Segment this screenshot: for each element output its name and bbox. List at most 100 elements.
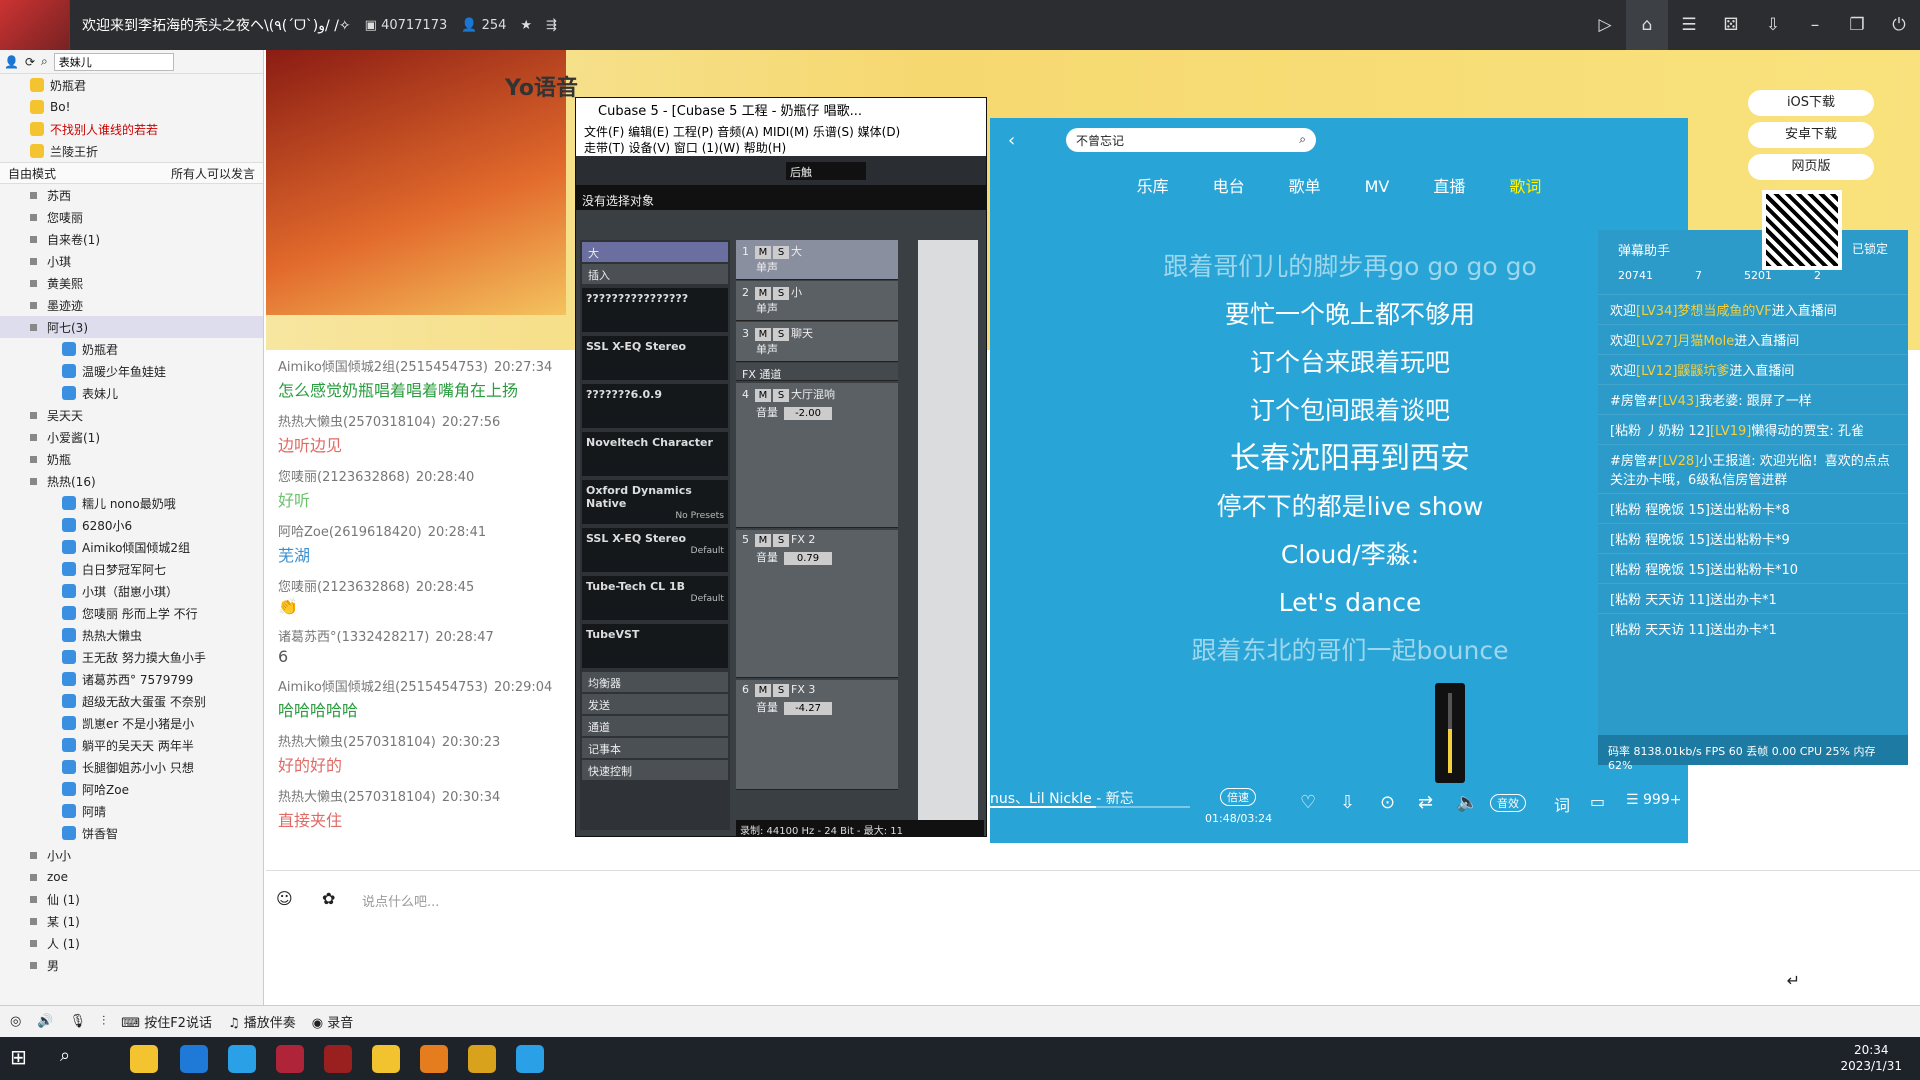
channel-item[interactable]: 小爱酱(1): [0, 426, 263, 448]
search-icon[interactable]: ⌕: [1299, 132, 1306, 147]
channel-item[interactable]: 小琪: [0, 250, 263, 272]
record-button[interactable]: ◉ 录音: [312, 1012, 354, 1031]
chat-sender[interactable]: 热热大懒虫(2570318104) 20:30:34: [278, 786, 576, 805]
chat-app-icon[interactable]: [372, 1045, 400, 1073]
minimize-to-tray-icon[interactable]: ⇩: [1752, 0, 1794, 50]
channel-item[interactable]: 阿七(3): [0, 316, 263, 338]
inspector-track-name[interactable]: 大: [582, 242, 728, 262]
channel-item[interactable]: 您唛丽: [0, 206, 263, 228]
insert-slot[interactable]: SSL X-EQ Stereo Default: [582, 528, 728, 572]
chat-input[interactable]: 说点什么吧...: [362, 891, 439, 910]
member-item[interactable]: 6280小6: [0, 514, 263, 536]
chat-sender[interactable]: 热热大懒虫(2570318104) 20:27:56: [278, 411, 576, 430]
search-icon[interactable]: ⌕: [60, 1045, 88, 1073]
speak-mode-bar[interactable]: 自由模式 所有人可以发言: [0, 162, 263, 184]
member-item[interactable]: 您唛丽 彤而上学 不行: [0, 602, 263, 624]
member-item[interactable]: 小琪（甜崽小琪）: [0, 580, 263, 602]
yo-voice-icon[interactable]: [276, 1045, 304, 1073]
player-nav-tab[interactable]: 歌单: [1289, 177, 1321, 196]
chat-sender[interactable]: 您唛丽(2123632868) 20:28:40: [278, 466, 576, 485]
audio-track[interactable]: 1 M S 大单声: [736, 240, 898, 280]
insert-slot[interactable]: SSL X-EQ Stereo: [582, 336, 728, 380]
volume-value[interactable]: -4.27: [784, 702, 832, 715]
chat-sender[interactable]: 阿哈Zoe(2619618420) 20:28:41: [278, 521, 576, 540]
mixer-icon[interactable]: ⫶: [102, 1014, 105, 1029]
lyric-button[interactable]: 词: [1554, 792, 1570, 816]
player-nav-tab[interactable]: 歌词: [1509, 177, 1541, 196]
channel-item[interactable]: 人 (1): [0, 932, 263, 954]
inspector-section[interactable]: 记事本: [582, 738, 728, 758]
user-icon[interactable]: 👤: [4, 55, 19, 69]
inspector-section[interactable]: 通道: [582, 716, 728, 736]
sound-effect-button[interactable]: 音效: [1490, 794, 1526, 812]
fx-folder[interactable]: FX 通道: [736, 363, 898, 381]
volume-value[interactable]: -2.00: [784, 407, 832, 420]
top-user-item[interactable]: 奶瓶君: [0, 74, 263, 96]
chat-sender[interactable]: Aimiko倾国倾城2组(2515454753) 20:29:04: [278, 676, 576, 695]
top-user-item[interactable]: 不找别人谁线的若若: [0, 118, 263, 140]
volume-icon[interactable]: 🔈: [1456, 792, 1478, 813]
channel-item[interactable]: 某 (1): [0, 910, 263, 932]
cubase-icon[interactable]: [324, 1045, 352, 1073]
gift-icon[interactable]: ✿: [322, 889, 335, 908]
solo-button[interactable]: S: [773, 684, 789, 697]
chat-sender[interactable]: 诸葛苏西°(1332428217) 20:28:47: [278, 626, 576, 645]
sender-name[interactable]: 您唛丽(2123632868): [278, 470, 410, 485]
audio-track[interactable]: 3 M S 聊天 单声: [736, 322, 898, 362]
insert-slot[interactable]: ???????6.0.9: [582, 384, 728, 428]
member-item[interactable]: 长腿御姐苏小小 只想: [0, 756, 263, 778]
player-nav-tab[interactable]: 直播: [1433, 177, 1465, 196]
channel-item[interactable]: zoe: [0, 866, 263, 888]
member-item[interactable]: 凯崽er 不是小猪是小: [0, 712, 263, 734]
danmaku-user[interactable]: [LV27]月猫Mole: [1636, 334, 1734, 349]
inspector-section[interactable]: 发送: [582, 694, 728, 714]
player-nav-tab[interactable]: MV: [1365, 177, 1390, 196]
danmaku-user[interactable]: [LV28]: [1658, 454, 1699, 469]
push-to-talk-button[interactable]: ⌨ 按住F2说话: [121, 1012, 212, 1031]
gamepad-icon[interactable]: ⚄: [1710, 0, 1752, 50]
top-user-item[interactable]: Bo!: [0, 96, 263, 118]
automation-mode-select[interactable]: 后触: [786, 162, 866, 180]
mute-button[interactable]: M: [755, 389, 771, 402]
lock-status[interactable]: 已锁定: [1852, 240, 1888, 257]
channel-item[interactable]: 吴天天: [0, 404, 263, 426]
download-icon[interactable]: ⇩: [1340, 792, 1355, 813]
insert-slot[interactable]: TubeVST: [582, 624, 728, 668]
sidebar-search-input[interactable]: [53, 52, 174, 71]
channel-item[interactable]: 男: [0, 954, 263, 976]
danmaku-user[interactable]: [LV43]: [1658, 394, 1699, 409]
windows-start-icon[interactable]: ⊞: [10, 1045, 38, 1073]
comment-icon[interactable]: ▭: [1590, 792, 1605, 811]
ios-download-button[interactable]: iOS下载: [1748, 90, 1874, 116]
send-icon[interactable]: ↵: [1787, 971, 1800, 990]
sender-name[interactable]: 热热大懒虫(2570318104): [278, 735, 436, 750]
member-item[interactable]: 饼香智: [0, 822, 263, 844]
solo-button[interactable]: S: [773, 287, 789, 300]
app-icon[interactable]: [420, 1045, 448, 1073]
cubase-menu[interactable]: 文件(F) 编辑(E) 工程(P) 音频(A) MIDI(M) 乐谱(S) 媒体…: [576, 120, 986, 156]
member-item[interactable]: 奶瓶君: [0, 338, 263, 360]
member-item[interactable]: 诸葛苏西° 7579799: [0, 668, 263, 690]
channel-item[interactable]: 仙 (1): [0, 888, 263, 910]
sender-name[interactable]: 热热大懒虫(2570318104): [278, 790, 436, 805]
insert-slot[interactable]: Noveltech Character: [582, 432, 728, 476]
cubase-menu-row1[interactable]: 文件(F) 编辑(E) 工程(P) 音频(A) MIDI(M) 乐谱(S) 媒体…: [584, 124, 978, 140]
chat-sender[interactable]: Aimiko倾国倾城2组(2515454753) 20:27:34: [278, 356, 576, 375]
speaker-icon[interactable]: 🔊: [37, 1014, 53, 1029]
system-clock[interactable]: 20:34 2023/1/31: [1840, 1042, 1902, 1074]
solo-button[interactable]: S: [773, 246, 789, 259]
share-icon[interactable]: ⇶: [546, 18, 557, 33]
close-button[interactable]: ⏻: [1878, 0, 1920, 50]
top-user-item[interactable]: 兰陵王折: [0, 140, 263, 162]
play-accompaniment-button[interactable]: ♫ 播放伴奏: [228, 1012, 296, 1031]
more-icon[interactable]: ⊙: [1380, 792, 1395, 813]
solo-button[interactable]: S: [773, 328, 789, 341]
inspector-section[interactable]: 均衡器: [582, 672, 728, 692]
mute-button[interactable]: M: [755, 534, 771, 547]
member-item[interactable]: 超级无敌大蛋蛋 不奈别: [0, 690, 263, 712]
channel-item[interactable]: 热热(16): [0, 470, 263, 492]
member-item[interactable]: 温暖少年鱼娃娃: [0, 360, 263, 382]
sender-name[interactable]: 阿哈Zoe(2619618420): [278, 525, 422, 540]
chat-sender[interactable]: 热热大懒虫(2570318104) 20:30:23: [278, 731, 576, 750]
repeat-icon[interactable]: ⇄: [1418, 792, 1433, 813]
